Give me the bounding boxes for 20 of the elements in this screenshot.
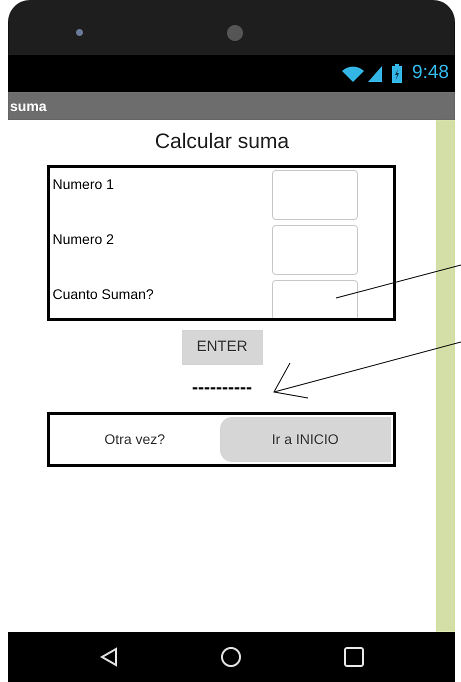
signal-icon bbox=[368, 66, 382, 82]
field-label: Numero 1 bbox=[52, 175, 114, 194]
wifi-icon bbox=[342, 66, 364, 82]
clock: 9:48 bbox=[412, 61, 449, 86]
speaker-icon bbox=[227, 25, 243, 41]
field-label: Numero 2 bbox=[52, 230, 114, 249]
result-text: ---------- bbox=[192, 377, 252, 397]
heading: Calcular suma bbox=[154, 129, 290, 155]
input-field[interactable] bbox=[272, 280, 358, 318]
action-button[interactable]: Ir a INICIO bbox=[220, 417, 390, 462]
input-field[interactable] bbox=[272, 225, 358, 275]
back-icon[interactable] bbox=[98, 647, 119, 667]
recent-apps-icon[interactable] bbox=[344, 647, 364, 667]
battery-icon bbox=[392, 64, 402, 83]
camera-icon bbox=[76, 29, 83, 36]
home-icon[interactable] bbox=[220, 646, 242, 668]
input-field[interactable] bbox=[272, 170, 358, 220]
app-title: suma bbox=[10, 96, 47, 116]
field-label: Cuanto Suman? bbox=[52, 285, 154, 304]
enter-button[interactable]: ENTER bbox=[182, 330, 262, 365]
